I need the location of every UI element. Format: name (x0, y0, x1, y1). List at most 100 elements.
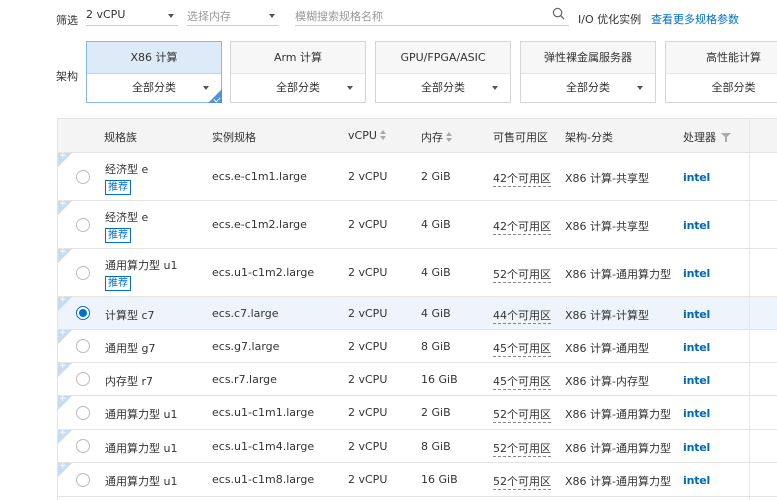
memory-cell: 2 GiB (421, 170, 451, 183)
arch-card-title: 弹性裸金属服务器 (521, 42, 655, 74)
memory-cell: 8 GiB (421, 440, 451, 453)
arch-category-select[interactable]: 全部分类 (666, 74, 777, 102)
col-header-arch: 架构-分类 (565, 131, 613, 144)
recommend-badge: 推荐 (105, 276, 131, 291)
col-header-family: 规格族 (104, 131, 137, 144)
sort-icon[interactable] (446, 132, 453, 142)
row-radio[interactable] (76, 170, 90, 184)
plus-icon: + (59, 151, 67, 161)
row-radio[interactable] (76, 439, 90, 453)
arch-card-arm[interactable]: Arm 计算 全部分类 (230, 41, 366, 103)
vcpu-cell: 2 vCPU (348, 307, 388, 320)
vcpu-select[interactable]: 2 vCPU (86, 4, 178, 26)
spec-cell: ecs.u1-c1m2.large (212, 266, 315, 279)
row-radio[interactable] (76, 266, 90, 280)
table-row[interactable]: + 通用算力型 u1 推荐 ecs.u1-c1m2.large 2 vCPU 4… (58, 247, 777, 297)
zones-cell[interactable]: 42个可用区 (493, 218, 551, 235)
intel-logo-icon: intel (683, 267, 711, 280)
table-header: 规格族 实例规格 vCPU 内存 可售可用区 架构-分类 处理器 (58, 119, 777, 153)
row-radio-checked[interactable] (76, 306, 90, 320)
table-row[interactable]: + 通用算力型 u1 ecs.u1-c1m8.large 2 vCPU 16 G… (58, 461, 777, 497)
table-row[interactable]: + 内存型 r7 ecs.r7.large 2 vCPU 16 GiB 45个可… (58, 361, 777, 396)
intel-logo-icon: intel (683, 308, 711, 321)
spec-cell: ecs.e-c1m2.large (212, 218, 307, 231)
family-cell: 计算型 c7 (105, 309, 155, 322)
col-header-vcpu[interactable]: vCPU (348, 129, 387, 142)
zones-cell[interactable]: 45个可用区 (493, 340, 551, 357)
recommend-badge: 推荐 (105, 228, 131, 243)
family-name: 经济型 e (105, 211, 149, 224)
table-row[interactable]: + 经济型 e 推荐 ecs.e-c1m1.large 2 vCPU 2 GiB… (58, 151, 777, 201)
arch-cell: X86 计算-通用型 (565, 342, 649, 355)
table-row[interactable]: + 经济型 e 推荐 ecs.e-c1m2.large 2 vCPU 4 GiB… (58, 199, 777, 249)
col-header-processor[interactable]: 处理器 (683, 129, 731, 145)
recommend-badge: 推荐 (105, 180, 131, 195)
arch-card-title: X86 计算 (87, 42, 221, 74)
vcpu-cell: 2 vCPU (348, 170, 388, 183)
intel-logo-icon: intel (683, 219, 711, 232)
arch-category-select[interactable]: 全部分类 (376, 74, 510, 102)
row-radio[interactable] (76, 218, 90, 232)
arch-category-select[interactable]: 全部分类 (521, 74, 655, 102)
intel-logo-icon: intel (683, 374, 711, 387)
sort-icon[interactable] (379, 130, 387, 140)
spec-cell: ecs.u1-c1m4.large (212, 440, 315, 453)
arch-cell: X86 计算-共享型 (565, 172, 649, 185)
zones-cell[interactable]: 42个可用区 (493, 170, 551, 187)
table-row[interactable]: + 通用型 g7 ecs.g7.large 2 vCPU 8 GiB 45个可用… (58, 328, 777, 363)
arch-card-hpc[interactable]: 高性能计算 全部分类 (665, 41, 777, 103)
arch-cell: X86 计算-通用算力型 (565, 408, 671, 421)
zones-cell[interactable]: 52个可用区 (493, 266, 551, 283)
arch-card-gpu[interactable]: GPU/FPGA/ASIC 全部分类 (375, 41, 511, 103)
arch-category-select[interactable]: 全部分类 (87, 74, 221, 102)
zones-cell[interactable]: 45个可用区 (493, 373, 551, 390)
spec-cell: ecs.e-c1m1.large (212, 170, 307, 183)
arch-card-title: Arm 计算 (231, 42, 365, 74)
search-placeholder: 模糊搜索规格名称 (295, 10, 383, 23)
family-cell: 经济型 e 推荐 (105, 209, 148, 243)
spec-search-input[interactable]: 模糊搜索规格名称 (295, 4, 569, 26)
row-radio[interactable] (76, 406, 90, 420)
zones-cell[interactable]: 52个可用区 (493, 473, 551, 490)
table-row-selected[interactable]: + 计算型 c7 ecs.c7.large 2 vCPU 4 GiB 44个可用… (58, 295, 777, 330)
io-optimized-option[interactable]: I/O 优化实例 (578, 11, 641, 27)
col-header-memory-label: 内存 (421, 131, 443, 144)
search-icon[interactable] (552, 7, 565, 20)
spec-cell: ecs.u1-c1m1.large (212, 406, 315, 419)
instance-spec-table: 规格族 实例规格 vCPU 内存 可售可用区 架构-分类 处理器 + 经济型 e… (57, 118, 777, 500)
family-cell: 通用算力型 u1 (105, 442, 178, 455)
arch-category-value: 全部分类 (566, 81, 610, 94)
memory-select[interactable]: 选择内存 (187, 4, 279, 26)
arch-card-title: GPU/FPGA/ASIC (376, 42, 510, 74)
arch-cell: X86 计算-内存型 (565, 375, 649, 388)
row-radio[interactable] (76, 473, 90, 487)
arch-card-bare-metal[interactable]: 弹性裸金属服务器 全部分类 (520, 41, 656, 103)
intel-logo-icon: intel (683, 474, 711, 487)
row-radio[interactable] (76, 339, 90, 353)
more-spec-params-link[interactable]: 查看更多规格参数 (651, 11, 739, 27)
caret-down-icon (168, 14, 174, 18)
arch-category-value: 全部分类 (421, 81, 465, 94)
table-right-edge (749, 118, 777, 500)
plus-icon: + (59, 199, 67, 209)
spec-cell: ecs.g7.large (212, 340, 280, 353)
table-row[interactable]: + 通用算力型 u1 ecs.u1-c1m4.large 2 vCPU 8 Gi… (58, 428, 777, 463)
zones-cell[interactable]: 52个可用区 (493, 440, 551, 457)
family-cell: 内存型 r7 (105, 375, 154, 388)
row-radio[interactable] (76, 372, 90, 386)
zones-cell[interactable]: 44个可用区 (493, 307, 551, 324)
intel-logo-icon: intel (683, 341, 711, 354)
plus-icon: + (59, 361, 67, 371)
vcpu-cell: 2 vCPU (348, 218, 388, 231)
filter-icon[interactable] (721, 133, 731, 142)
col-header-memory[interactable]: 内存 (421, 129, 453, 145)
arch-category-select[interactable]: 全部分类 (231, 74, 365, 102)
intel-logo-icon: intel (683, 441, 711, 454)
table-row[interactable]: + 通用算力型 u1 ecs.u1-c1m1.large 2 vCPU 2 Gi… (58, 394, 777, 430)
arch-cell: X86 计算-共享型 (565, 220, 649, 233)
arch-cell: X86 计算-通用算力型 (565, 268, 671, 281)
arch-card-title: 高性能计算 (666, 42, 777, 74)
zones-cell[interactable]: 52个可用区 (493, 406, 551, 423)
intel-logo-icon: intel (683, 407, 711, 420)
arch-card-x86[interactable]: X86 计算 全部分类 (86, 41, 222, 103)
